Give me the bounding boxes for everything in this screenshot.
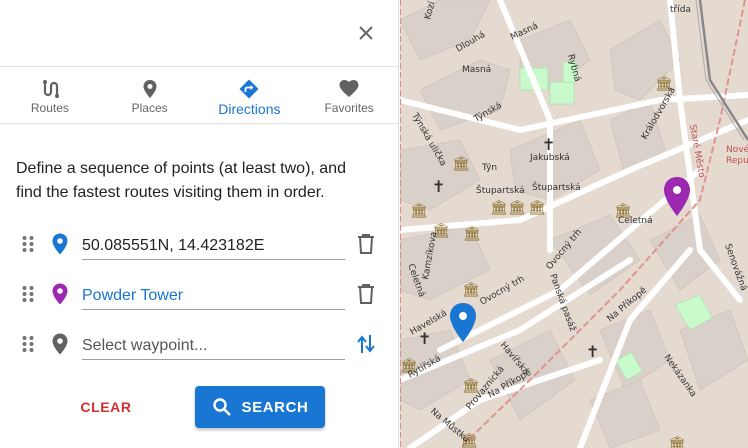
delete-icon: [358, 234, 374, 254]
heart-icon: [339, 79, 359, 99]
waypoint-input[interactable]: [82, 328, 345, 360]
tab-bar: Routes Places Directions Favorites: [0, 66, 399, 124]
close-button[interactable]: [354, 21, 378, 45]
svg-text:Štupartská: Štupartská: [532, 181, 581, 193]
waypoint-pin-icon: [51, 233, 69, 255]
tab-places[interactable]: Places: [100, 67, 200, 123]
tab-directions[interactable]: Directions: [200, 67, 300, 123]
tab-label: Favorites: [324, 101, 374, 115]
drag-handle-icon[interactable]: [21, 335, 35, 353]
tab-routes[interactable]: Routes: [0, 67, 100, 123]
swap-icon: [357, 335, 375, 353]
routes-icon: [40, 79, 60, 99]
svg-text:🏛: 🏛: [452, 155, 470, 172]
drag-handle-icon[interactable]: [21, 235, 35, 253]
svg-text:Jakubská: Jakubská: [529, 153, 570, 163]
svg-text:Repu: Repu: [726, 156, 748, 166]
search-label: SEARCH: [241, 398, 309, 416]
svg-text:🏛: 🏛: [508, 199, 526, 216]
app-window: Routes Places Directions Favorites Defin…: [0, 0, 748, 448]
close-icon: [359, 26, 373, 40]
svg-text:🏛: 🏛: [528, 199, 546, 216]
svg-text:Nové: Nové: [726, 144, 748, 155]
tab-label: Routes: [30, 101, 69, 115]
svg-text:✝: ✝: [542, 135, 555, 154]
search-button[interactable]: SEARCH: [195, 386, 325, 428]
svg-text:třída: třída: [670, 5, 691, 15]
search-icon: [212, 398, 231, 416]
waypoint-input[interactable]: [82, 278, 345, 310]
tab-label: Places: [131, 101, 168, 115]
tab-favorites[interactable]: Favorites: [299, 67, 399, 123]
svg-text:🏛: 🏛: [668, 435, 686, 448]
waypoint-pin-icon: [51, 333, 69, 355]
waypoint-row: [0, 323, 399, 373]
delete-waypoint-button[interactable]: [356, 233, 376, 255]
side-panel: Routes Places Directions Favorites Defin…: [0, 0, 399, 448]
tab-label: Directions: [218, 101, 281, 117]
svg-text:Masná: Masná: [462, 65, 491, 75]
place-icon: [140, 79, 160, 99]
svg-text:🏛: 🏛: [463, 225, 481, 242]
clear-button[interactable]: CLEAR: [70, 390, 142, 424]
svg-text:🏛: 🏛: [410, 202, 428, 219]
waypoint-row: [0, 223, 399, 273]
waypoint-input[interactable]: [82, 228, 345, 260]
svg-text:Štupartská: Štupartská: [476, 184, 525, 196]
drag-handle-icon[interactable]: [21, 285, 35, 303]
delete-icon: [358, 284, 374, 304]
svg-text:Celetná: Celetná: [618, 216, 653, 226]
svg-text:✝: ✝: [432, 177, 445, 196]
svg-text:✝: ✝: [586, 342, 599, 361]
svg-text:🏛: 🏛: [490, 199, 508, 216]
swap-waypoints-button[interactable]: [356, 333, 376, 355]
svg-text:Týn: Týn: [481, 163, 497, 173]
directions-description: Define a sequence of points (at least tw…: [16, 160, 346, 201]
map-view[interactable]: 🏛 🏛 🏛 🏛 🏛 🏛 🏛 🏛 🏛 🏛 🏛 🏛 🏛 🏛 ✝ ✝ ✝ ✝ Dlou…: [400, 0, 748, 448]
directions-icon: [239, 79, 259, 99]
waypoint-row: [0, 273, 399, 323]
waypoint-pin-icon: [51, 283, 69, 305]
delete-waypoint-button[interactable]: [356, 283, 376, 305]
svg-text:🏛: 🏛: [462, 281, 480, 298]
